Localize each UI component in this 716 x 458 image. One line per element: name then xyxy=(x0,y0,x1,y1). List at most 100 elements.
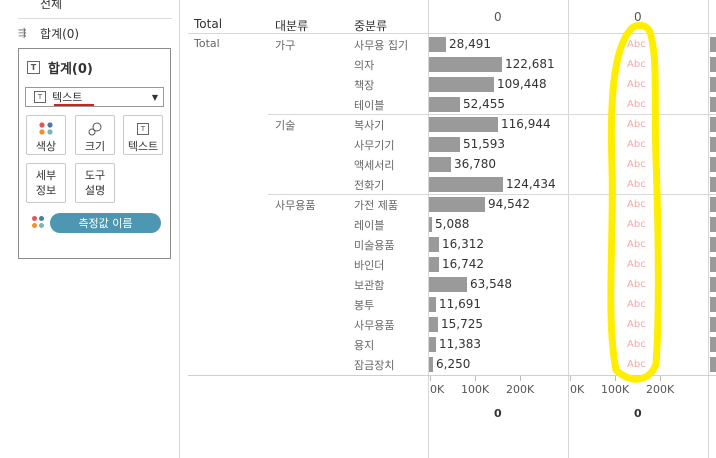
separator xyxy=(18,18,172,19)
subcategory-label: 의자 xyxy=(354,59,375,72)
detail-label: 세부 정보 xyxy=(35,169,57,197)
axis-divider-1 xyxy=(428,376,429,458)
label-button[interactable]: T 텍스트 xyxy=(123,115,163,155)
bar-value-label: 11,383 xyxy=(439,337,481,351)
bar-mark[interactable] xyxy=(429,357,433,372)
bar-mark[interactable] xyxy=(429,217,432,232)
label-label: 텍스트 xyxy=(127,140,159,153)
axis-tick-label: 0K xyxy=(430,383,445,396)
red-underline-annotation xyxy=(54,104,94,106)
bar-mark[interactable] xyxy=(429,157,451,172)
subcategory-label: 레이블 xyxy=(354,219,385,232)
axis-tick xyxy=(520,376,521,381)
pill-label: 측정값 이름 xyxy=(78,217,133,230)
bar-mark[interactable] xyxy=(429,97,460,112)
subcategory-label: 가전 제품 xyxy=(354,199,398,212)
bar-mark[interactable] xyxy=(429,237,439,252)
size-label: 크기 xyxy=(84,140,106,153)
clipped-bar-mark[interactable] xyxy=(710,317,716,332)
clipped-bar-mark[interactable] xyxy=(710,217,716,232)
text-mark-icon: T xyxy=(34,91,46,103)
view-area: Total 대분류 중분류 0 0 Total 가구 사무용 집기 28,491 Ab… xyxy=(188,0,716,458)
clipped-bar-mark[interactable] xyxy=(710,97,716,112)
bar-mark[interactable] xyxy=(429,137,460,152)
subcategory-label: 전화기 xyxy=(354,179,385,192)
subcategory-label: 사무기기 xyxy=(354,139,395,152)
subcategory-label: 잠금장치 xyxy=(354,359,395,372)
clipped-bar-mark[interactable] xyxy=(710,237,716,252)
bar-value-label: 122,681 xyxy=(505,57,555,71)
clipped-bar-mark[interactable] xyxy=(710,297,716,312)
subcategory-label: 미술용품 xyxy=(354,239,395,252)
clipped-bar-mark[interactable] xyxy=(710,257,716,272)
axis-tick xyxy=(430,376,431,381)
clipped-bar-mark[interactable] xyxy=(710,57,716,72)
bar-value-label: 124,434 xyxy=(506,177,556,191)
subcategory-label: 사무용 집기 xyxy=(354,39,409,52)
subcategory-label: 용지 xyxy=(354,339,375,352)
category-label: 기술 xyxy=(275,119,296,132)
bar-mark[interactable] xyxy=(429,277,467,292)
marks-card: T 합계(0) T 텍스트 ▼ 색상 크기 T 텍스트 세부 정보 도구 설명 … xyxy=(18,48,171,259)
bar-mark[interactable] xyxy=(429,337,436,352)
axis-2-title: 0 xyxy=(634,407,642,420)
bar-value-label: 11,691 xyxy=(439,297,481,311)
subcategory-label: 테이블 xyxy=(354,99,385,112)
clipped-bar-mark[interactable] xyxy=(710,37,716,52)
marks-sum-small-row[interactable]: ⇶ 합계(0) xyxy=(18,23,172,43)
color-label: 색상 xyxy=(35,140,57,153)
clipped-bar-mark[interactable] xyxy=(710,77,716,92)
category-label: 사무용품 xyxy=(275,199,316,212)
bar-value-label: 63,548 xyxy=(470,277,512,291)
row-total-label: Total xyxy=(194,37,220,50)
mark-type-dropdown[interactable]: T 텍스트 ▼ xyxy=(25,87,164,107)
clipped-bar-mark[interactable] xyxy=(710,277,716,292)
subcategory-label: 책장 xyxy=(354,79,375,92)
text-icon: T xyxy=(137,120,149,138)
bar-mark[interactable] xyxy=(429,77,494,92)
text-mark-icon: T xyxy=(27,61,40,74)
panel-divider xyxy=(179,0,180,458)
subcategory-label: 복사기 xyxy=(354,119,385,132)
bar-mark[interactable] xyxy=(429,57,502,72)
dimension-icon: ⇶ xyxy=(18,27,27,39)
pane-divider-3 xyxy=(708,0,709,376)
bar-mark[interactable] xyxy=(429,297,436,312)
detail-button[interactable]: 세부 정보 xyxy=(26,163,66,203)
size-button[interactable]: 크기 xyxy=(75,115,115,155)
marks-all-row[interactable]: 전체 xyxy=(18,0,172,12)
bar-value-label: 109,448 xyxy=(497,77,547,91)
marks-card-title: 합계(0) xyxy=(48,62,93,77)
color-button[interactable]: 색상 xyxy=(26,115,66,155)
bar-value-label: 6,250 xyxy=(436,357,471,371)
bar-mark[interactable] xyxy=(429,177,503,192)
axis-tick-label: 0K xyxy=(570,383,585,396)
bar-mark[interactable] xyxy=(429,197,485,212)
subcategory-label: 액세서리 xyxy=(354,159,395,172)
pane-divider-2 xyxy=(568,0,569,376)
marks-panel: 전체 ⇶ 합계(0) T 합계(0) T 텍스트 ▼ 색상 크기 T 텍스트 세… xyxy=(0,0,180,458)
pane-header-1: 0 xyxy=(494,10,502,24)
clipped-bar-mark[interactable] xyxy=(710,337,716,352)
subcategory-label: 봉투 xyxy=(354,299,375,312)
marks-card-header[interactable]: T 합계(0) xyxy=(27,58,93,77)
clipped-bar-mark[interactable] xyxy=(710,177,716,192)
bar-mark[interactable] xyxy=(429,317,438,332)
tooltip-button[interactable]: 도구 설명 xyxy=(75,163,115,203)
axis-divider-2 xyxy=(568,376,569,458)
clipped-bar-mark[interactable] xyxy=(710,197,716,212)
bar-mark[interactable] xyxy=(429,257,439,272)
bar-value-label: 94,542 xyxy=(488,197,530,211)
clipped-bar-mark[interactable] xyxy=(710,137,716,152)
subcategory-label: 보관함 xyxy=(354,279,385,292)
bar-mark[interactable] xyxy=(429,37,446,52)
clipped-bar-mark[interactable] xyxy=(710,157,716,172)
clipped-bar-mark[interactable] xyxy=(710,117,716,132)
bar-mark[interactable] xyxy=(429,117,498,132)
clipped-bar-mark[interactable] xyxy=(710,357,716,372)
measure-names-pill[interactable]: 측정값 이름 xyxy=(50,213,161,233)
bar-value-label: 5,088 xyxy=(435,217,470,231)
axis-1-title: 0 xyxy=(494,407,502,420)
bar-value-label: 15,725 xyxy=(441,317,483,331)
col-header-total: Total xyxy=(194,17,223,31)
